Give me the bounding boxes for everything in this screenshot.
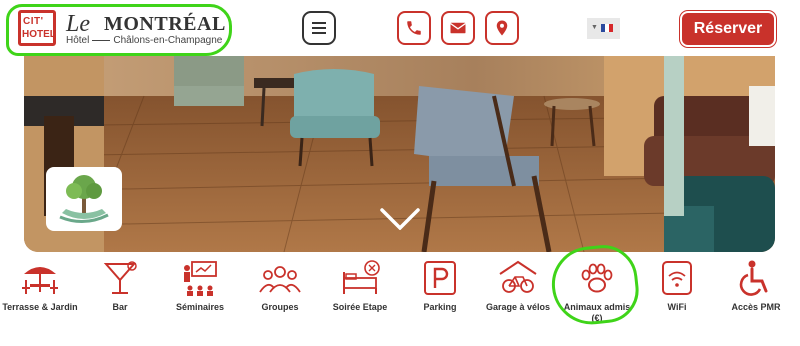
hamburger-icon [312, 22, 326, 24]
language-selector[interactable]: ▼ [587, 18, 620, 39]
parking-icon [424, 261, 456, 295]
logo-sub-city: Châlons-en-Champagne [113, 35, 223, 46]
wheelchair-icon [739, 260, 768, 296]
location-pin-icon [496, 20, 508, 36]
amenity-label: Accès PMR [731, 302, 781, 312]
hero-image [24, 56, 775, 252]
cithotel-logo-badge[interactable]: CIT' HOTEL [18, 10, 56, 46]
terrace-umbrella-icon [22, 267, 58, 294]
hamburger-menu-button[interactable] [302, 11, 336, 45]
cocktail-icon [103, 261, 137, 294]
amenity-label: Garage à vélos [485, 302, 551, 312]
mail-icon [450, 22, 466, 34]
amenity-label: WiFi [667, 302, 687, 312]
chevron-down-icon [380, 208, 420, 231]
amenity-label: Soirée Etape [332, 302, 388, 312]
logo-subtitle: Hôtel Châlons-en-Champagne [66, 35, 222, 46]
amenity-label: Terrasse & Jardin [2, 302, 78, 312]
logo-badge-line2: HOTEL [22, 29, 56, 40]
hero-left-gutter [0, 56, 24, 112]
eco-label-badge[interactable] [46, 167, 122, 231]
logo-hotel-name[interactable]: MONTRÉAL [104, 13, 226, 36]
bike-garage-icon [499, 260, 537, 293]
group-icon [259, 266, 301, 293]
email-button[interactable] [441, 11, 475, 45]
amenity-label: Parking [423, 302, 457, 312]
location-button[interactable] [485, 11, 519, 45]
phone-button[interactable] [397, 11, 431, 45]
amenity-label: Séminaires [175, 302, 225, 312]
chevron-down-icon: ▼ [591, 24, 598, 31]
amenity-label: Bar [112, 302, 128, 312]
scroll-down-button[interactable] [380, 208, 420, 235]
wifi-icon [662, 261, 692, 295]
paw-icon [581, 263, 613, 293]
bed-dinner-icon [343, 260, 380, 294]
logo-le: Le [66, 11, 90, 37]
amenity-label: Animaux admis (€) [563, 302, 631, 323]
reserve-button[interactable]: Réserver [682, 13, 774, 45]
phone-icon [407, 21, 421, 35]
logo-sub-hotel: Hôtel [66, 35, 90, 46]
eco-tree-hand-icon [59, 175, 109, 223]
site-header: CIT' HOTEL Le MONTRÉAL Hôtel Châlons-en-C… [0, 0, 800, 56]
seminar-icon [184, 261, 217, 296]
amenity-label: Groupes [261, 302, 299, 312]
logo-badge-line1: CIT' [23, 16, 44, 27]
